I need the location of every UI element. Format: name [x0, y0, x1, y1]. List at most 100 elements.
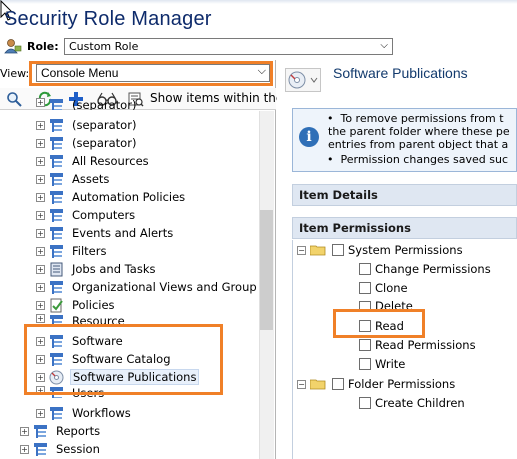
read-permissions-checkbox[interactable]	[359, 339, 371, 351]
change-permissions-label: Change Permissions	[375, 262, 491, 276]
chevron-down-icon: ⌵	[380, 40, 388, 51]
tree-item-label: Organizational Views and Group	[72, 280, 257, 294]
write-checkbox[interactable]	[359, 358, 371, 370]
perm-row-create-children: Create Children	[359, 395, 465, 411]
tree-item-label: (separator)	[72, 98, 137, 110]
delete-checkbox[interactable]	[359, 301, 371, 309]
tree-item[interactable]: + Events and Alerts	[36, 224, 175, 242]
software-publication-icon[interactable]	[285, 68, 321, 92]
write-label: Write	[375, 357, 406, 371]
expand-toggle[interactable]: +	[20, 444, 29, 454]
expand-toggle[interactable]: +	[36, 408, 45, 418]
expand-toggle[interactable]: +	[36, 120, 45, 130]
expand-toggle[interactable]: +	[36, 98, 45, 107]
tree-item[interactable]: + Workflows	[36, 404, 133, 422]
view-highlight-box	[29, 61, 273, 86]
tree-item-label: Session	[56, 442, 100, 456]
tree-item[interactable]: + Jobs and Tasks	[36, 260, 157, 278]
tree-item-label: (separator)	[72, 118, 137, 132]
tree-item-label: Assets	[72, 172, 110, 186]
clone-checkbox[interactable]	[359, 282, 371, 294]
tree-item-label: Filters	[72, 244, 107, 258]
menu-folder-icon	[50, 226, 63, 240]
perm-row-change-permissions: Change Permissions	[359, 261, 491, 277]
create-children-checkbox[interactable]	[359, 397, 371, 409]
tree-item-label: Automation Policies	[72, 190, 186, 204]
tree-item[interactable]: + Filters	[36, 242, 108, 260]
tree-item[interactable]: + (separator)	[36, 116, 138, 134]
info-line: • To remove permissions from t	[327, 112, 504, 125]
tree-item-label: All Resources	[72, 154, 149, 168]
tree-item[interactable]: + Reports	[20, 422, 102, 440]
app-title: Security Role Manager	[4, 8, 212, 30]
tree-item[interactable]: + Session	[20, 440, 102, 458]
expand-toggle[interactable]: +	[36, 228, 45, 238]
title-bar-strip	[0, 0, 517, 4]
show-items-label[interactable]: Show items within the	[150, 91, 283, 105]
expand-toggle[interactable]: +	[36, 282, 45, 292]
tree-item-label: Reports	[56, 424, 101, 438]
role-select[interactable]: Custom Role ⌵	[64, 38, 393, 55]
delete-label: Delete	[375, 299, 413, 309]
expand-toggle[interactable]: +	[36, 138, 45, 148]
disc-icon	[288, 71, 318, 89]
role-user-icon	[4, 39, 22, 54]
system-permissions-label: System Permissions	[348, 243, 463, 257]
menu-folder-icon	[50, 136, 63, 150]
info-line: entries from parent object that a	[328, 138, 509, 151]
read-highlight-box	[333, 309, 425, 338]
menu-folder-icon	[50, 154, 63, 168]
tree-item-label: Events and Alerts	[72, 226, 174, 240]
menu-folder-icon	[50, 172, 63, 186]
tree-item-label: Computers	[72, 208, 136, 222]
menu-folder-icon	[50, 190, 63, 204]
tree-item[interactable]: + All Resources	[36, 152, 151, 170]
menu-folder-icon	[50, 99, 63, 110]
expand-toggle[interactable]: +	[36, 300, 45, 310]
item-details-header[interactable]: Item Details	[292, 184, 517, 206]
folder-permissions-row: − Folder Permissions	[297, 376, 455, 392]
menu-folder-icon	[50, 118, 63, 132]
role-label: Role:	[27, 40, 59, 53]
tree-item[interactable]: + Assets	[36, 170, 111, 188]
system-permissions-checkbox[interactable]	[332, 244, 344, 256]
info-icon: i	[299, 127, 319, 147]
create-children-label: Create Children	[375, 396, 465, 410]
tree-item[interactable]: + (separator)	[36, 98, 138, 110]
folder-permissions-checkbox[interactable]	[332, 378, 344, 390]
role-select-value: Custom Role	[69, 40, 139, 53]
perm-row-delete: Delete	[359, 299, 413, 309]
collapse-toggle[interactable]: −	[297, 379, 306, 389]
search-icon[interactable]	[6, 91, 22, 107]
item-permissions-header[interactable]: Item Permissions	[292, 217, 517, 239]
tree-item[interactable]: + Policies	[36, 296, 117, 314]
tree-item[interactable]: + (separator)	[36, 134, 138, 152]
tree-item[interactable]: + Automation Policies	[36, 188, 187, 206]
perm-row-write: Write	[359, 356, 405, 372]
expand-toggle[interactable]: +	[36, 192, 45, 202]
system-permissions-row: − System Permissions	[297, 242, 463, 258]
folder-icon	[310, 245, 326, 256]
page-title: Software Publications	[333, 65, 468, 81]
expand-toggle[interactable]: +	[36, 264, 45, 274]
read-permissions-label: Read Permissions	[375, 338, 476, 352]
expand-toggle[interactable]: +	[36, 156, 45, 166]
perm-row-clone: Clone	[359, 280, 408, 296]
tree-item[interactable]: + Computers	[36, 206, 137, 224]
info-line: • Permission changes saved suc	[327, 153, 508, 166]
tree-highlight-box	[24, 324, 223, 395]
expand-toggle[interactable]: +	[36, 246, 45, 256]
change-permissions-checkbox[interactable]	[359, 263, 371, 275]
expand-toggle[interactable]: +	[20, 426, 29, 436]
tree-item-label: Policies	[72, 298, 115, 312]
expand-toggle[interactable]: +	[36, 210, 45, 220]
left-scrollbar-thumb[interactable]	[260, 210, 273, 330]
perm-row-read-permissions: Read Permissions	[359, 337, 476, 353]
tree-item-label: Jobs and Tasks	[72, 262, 156, 276]
expand-toggle[interactable]: +	[36, 314, 45, 323]
menu-folder-icon	[50, 208, 63, 222]
expand-toggle[interactable]: +	[36, 174, 45, 184]
policies-icon	[50, 298, 63, 312]
tree-item[interactable]: + Organizational Views and Group	[36, 278, 259, 296]
collapse-toggle[interactable]: −	[297, 245, 306, 255]
